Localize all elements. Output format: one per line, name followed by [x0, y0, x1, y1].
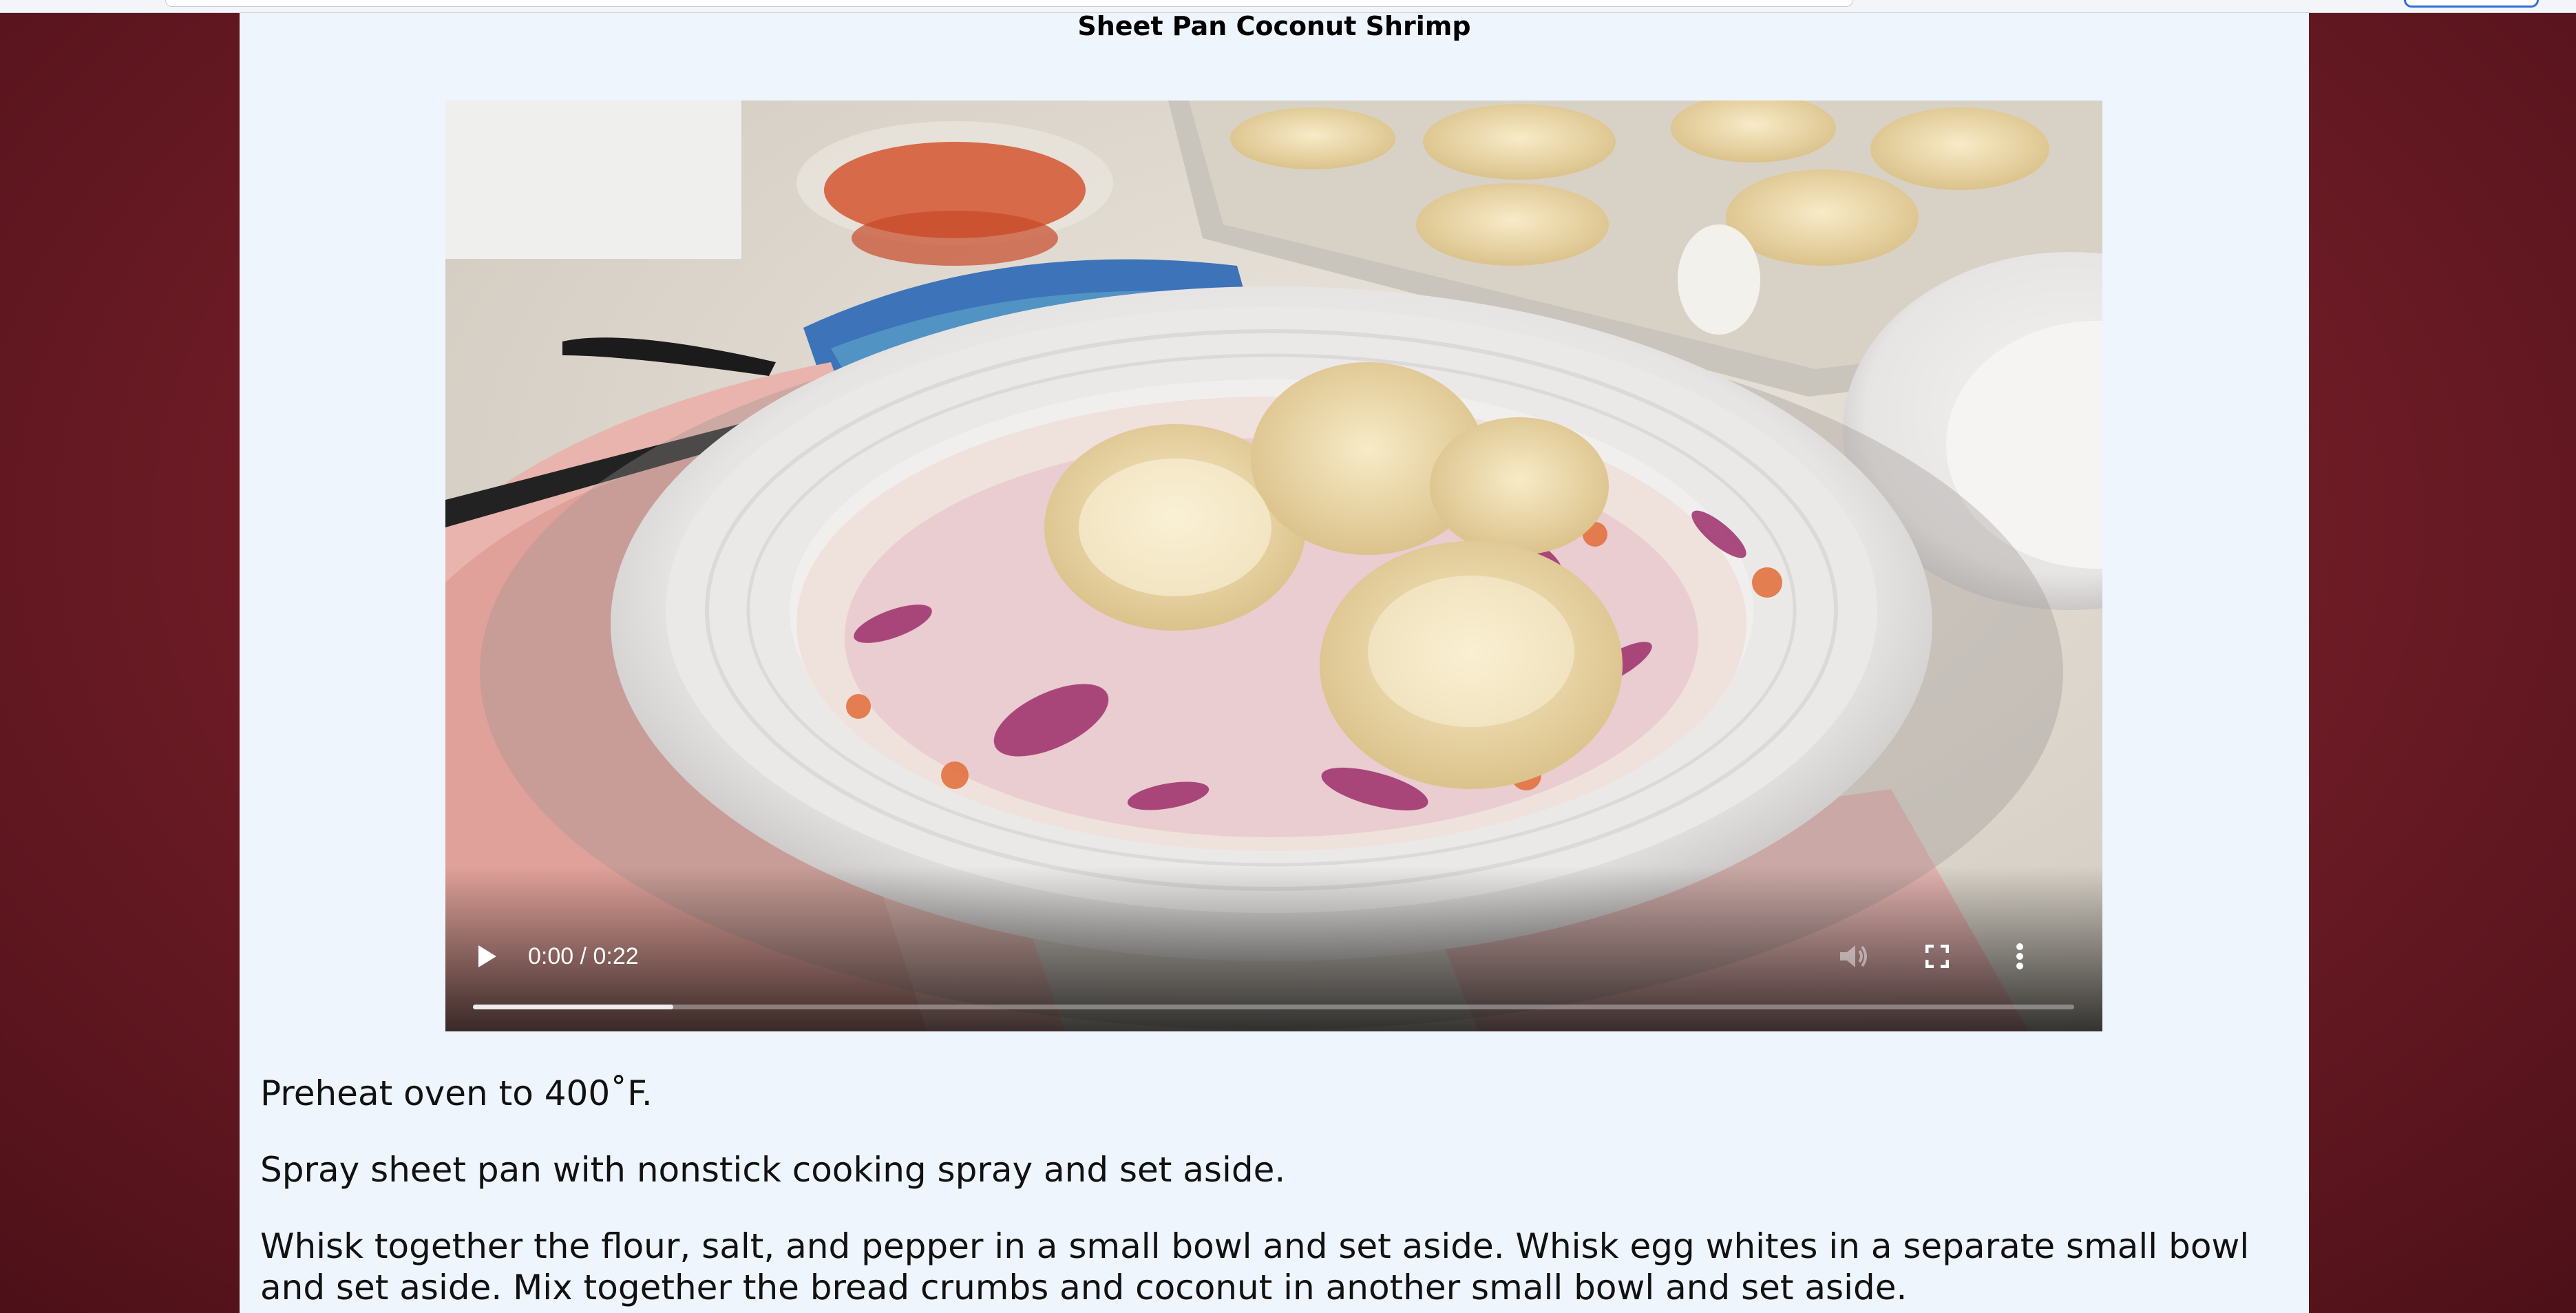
- step-2: Spray sheet pan with nonstick cooking sp…: [260, 1150, 1286, 1190]
- fullscreen-button[interactable]: [1919, 938, 1955, 974]
- progress-buffered: [473, 1005, 673, 1009]
- volume-icon: [1840, 945, 1867, 967]
- address-bar[interactable]: [165, 0, 1853, 7]
- step-1: Preheat oven to 400˚F.: [260, 1073, 653, 1113]
- step-3: Whisk together the flour, salt, and pepp…: [260, 1226, 2250, 1307]
- more-options-button[interactable]: [2002, 938, 2038, 974]
- video-player[interactable]: 0:00 / 0:22: [445, 101, 2102, 1031]
- more-options-icon: [2016, 943, 2023, 969]
- play-button[interactable]: [472, 941, 503, 972]
- fullscreen-icon: [1925, 945, 1949, 968]
- recipe-title: Sheet Pan Coconut Shrimp: [1077, 12, 1471, 41]
- progress-bar[interactable]: [473, 1005, 2074, 1009]
- recipe-page: Sheet Pan Coconut Shrimp 0:00 / 0:22 Pre…: [240, 12, 2309, 1313]
- browser-toolbar: [0, 0, 2576, 13]
- toolbar-button[interactable]: [2404, 0, 2539, 8]
- time-display: 0:00 / 0:22: [528, 943, 639, 969]
- play-icon: [478, 945, 496, 967]
- mute-button[interactable]: [1836, 938, 1872, 974]
